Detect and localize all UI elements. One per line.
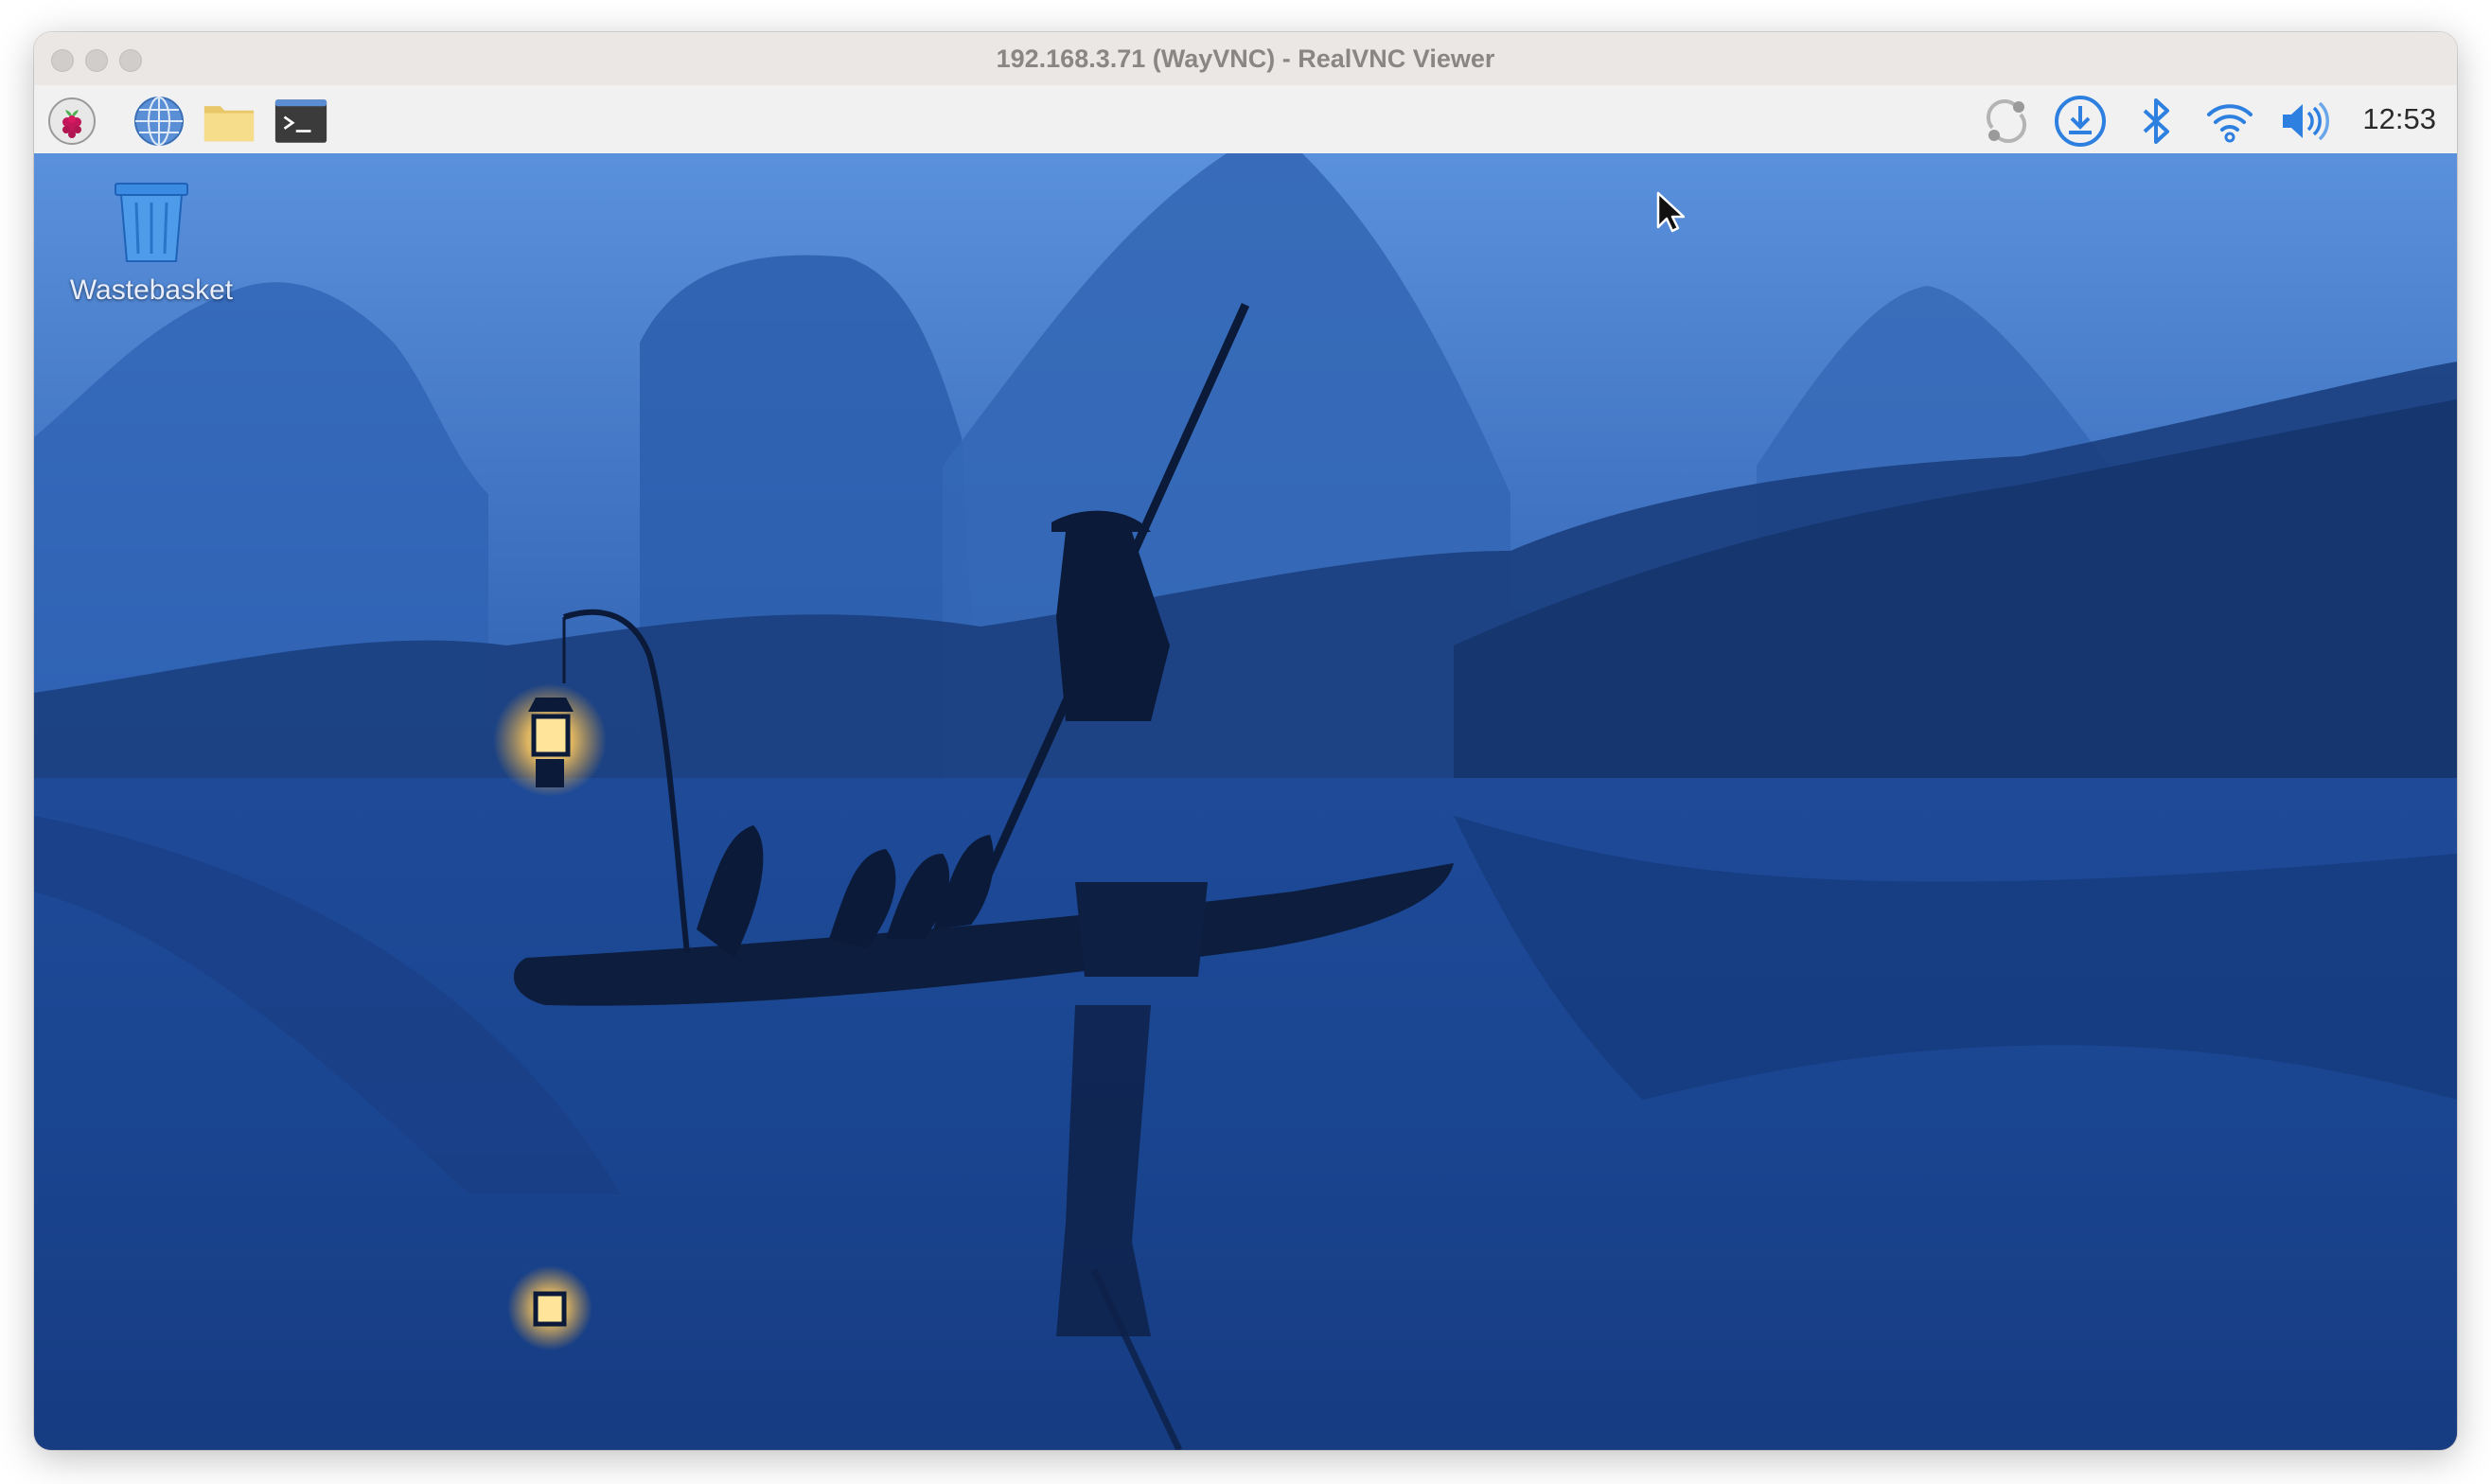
vnc-viewer-window: 192.168.3.71 (WayVNC) - RealVNC Viewer 1…	[34, 32, 2457, 1450]
desktop-wallpaper	[34, 153, 2457, 1450]
desktop-area[interactable]: Wastebasket	[34, 153, 2457, 1450]
raspberry-pi-menu-icon[interactable]	[45, 95, 98, 148]
volume-icon[interactable]	[2279, 95, 2332, 148]
terminal-icon[interactable]	[274, 95, 327, 148]
mouse-pointer-icon	[1656, 191, 1685, 233]
desktop-icon-label: Wastebasket	[69, 274, 234, 306]
desktop-taskbar	[34, 85, 2457, 153]
taskbar-clock[interactable]: 12:53	[2362, 85, 2436, 153]
download-updates-icon[interactable]	[2054, 95, 2107, 148]
window-title: 192.168.3.71 (WayVNC) - RealVNC Viewer	[996, 44, 1495, 73]
desktop-icon-wastebasket[interactable]: Wastebasket	[57, 176, 246, 307]
window-titlebar[interactable]: 192.168.3.71 (WayVNC) - RealVNC Viewer	[34, 32, 2457, 86]
file-manager-icon[interactable]	[203, 95, 256, 148]
web-browser-icon[interactable]	[132, 95, 186, 148]
bluetooth-icon[interactable]	[2129, 95, 2182, 148]
wifi-icon[interactable]	[2203, 95, 2256, 148]
updater-sync-icon[interactable]	[1980, 95, 2033, 148]
wastebasket-icon	[115, 183, 188, 262]
